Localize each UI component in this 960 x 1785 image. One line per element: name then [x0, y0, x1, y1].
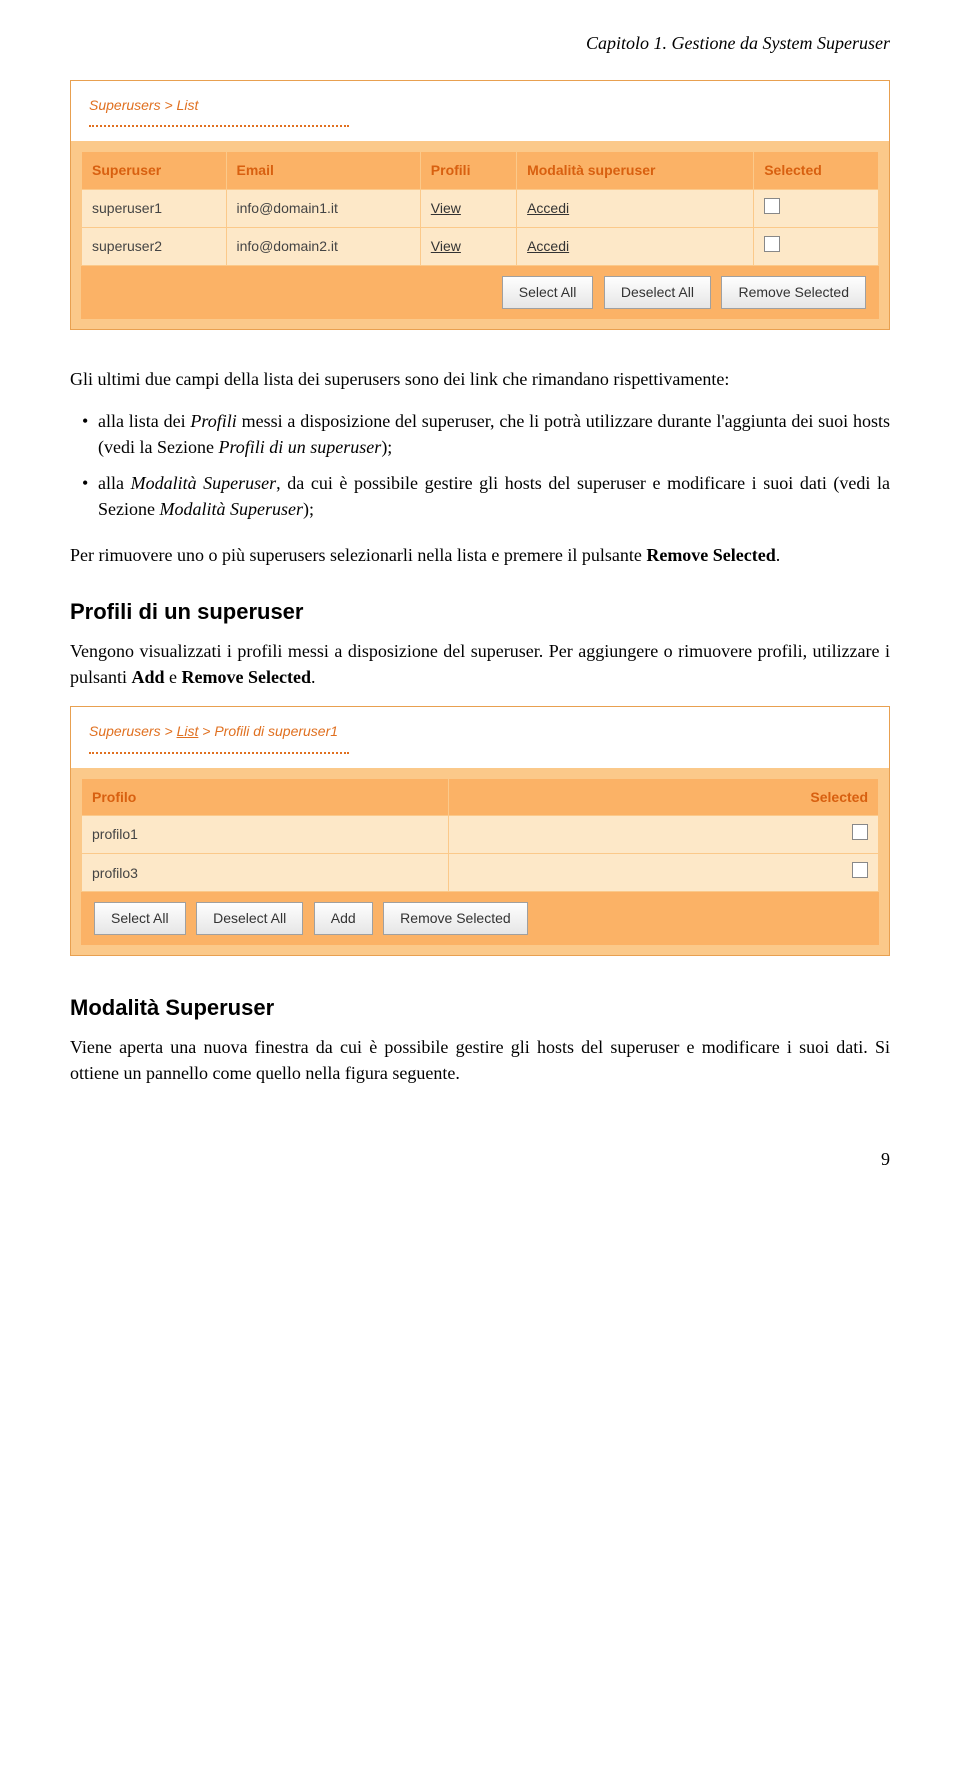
list-item: alla Modalità Superuser, da cui è possib… — [78, 470, 890, 522]
profili-table: Profilo Selected profilo1 profilo3 — [81, 778, 879, 893]
deselect-all-button[interactable]: Deselect All — [196, 902, 303, 934]
bold-text: Remove Selected — [182, 667, 311, 687]
cell-checkbox — [754, 227, 879, 265]
cell-checkbox — [448, 815, 878, 853]
chapter-header: Capitolo 1. Gestione da System Superuser — [70, 30, 890, 56]
col-selected: Selected — [448, 778, 878, 815]
remove-selected-button[interactable]: Remove Selected — [383, 902, 528, 934]
bold-text: Add — [132, 667, 165, 687]
italic-text: Profili di un superuser — [218, 437, 381, 457]
profili-panel: Superusers > List > Profili di superuser… — [70, 706, 890, 955]
cell-checkbox — [448, 854, 878, 892]
table-row: superuser2 info@domain2.it View Accedi — [82, 227, 879, 265]
cell-profilo: profilo3 — [82, 854, 449, 892]
cell-profili-link[interactable]: View — [420, 227, 516, 265]
breadcrumb: Superusers > List > Profili di superuser… — [71, 707, 889, 747]
col-superuser: Superuser — [82, 152, 227, 189]
deselect-all-button[interactable]: Deselect All — [604, 276, 711, 308]
add-button[interactable]: Add — [314, 902, 373, 934]
superusers-table: Superuser Email Profili Modalità superus… — [81, 151, 879, 266]
divider-dotted — [89, 125, 349, 127]
cell-email: info@domain2.it — [226, 227, 420, 265]
bullet-list: alla lista dei Profili messi a disposizi… — [78, 408, 890, 522]
bold-text: Remove Selected — [646, 545, 775, 565]
crumb-text: > Profili di superuser1 — [198, 723, 338, 739]
select-all-button[interactable]: Select All — [94, 902, 186, 934]
cell-email: info@domain1.it — [226, 189, 420, 227]
breadcrumb: Superusers > List — [71, 81, 889, 121]
cell-user: superuser2 — [82, 227, 227, 265]
superusers-list-panel: Superusers > List Superuser Email Profil… — [70, 80, 890, 329]
cell-checkbox — [754, 189, 879, 227]
col-modalita: Modalità superuser — [517, 152, 754, 189]
text: Per rimuovere uno o più superusers selez… — [70, 545, 646, 565]
col-profilo: Profilo — [82, 778, 449, 815]
crumb-link[interactable]: List — [177, 723, 199, 739]
table-row: profilo3 — [82, 854, 879, 892]
section-body: Viene aperta una nuova finestra da cui è… — [70, 1034, 890, 1086]
page-number: 9 — [70, 1146, 890, 1172]
intro-paragraph: Gli ultimi due campi della lista dei sup… — [70, 366, 890, 392]
checkbox[interactable] — [852, 824, 868, 840]
cell-mode-link[interactable]: Accedi — [517, 227, 754, 265]
col-selected: Selected — [754, 152, 879, 189]
button-row: Select All Deselect All Add Remove Selec… — [81, 892, 879, 944]
italic-text: Profili — [190, 411, 236, 431]
checkbox[interactable] — [764, 236, 780, 252]
section-title-profili: Profili di un superuser — [70, 596, 890, 628]
select-all-button[interactable]: Select All — [502, 276, 594, 308]
text: . — [311, 667, 316, 687]
cell-mode-link[interactable]: Accedi — [517, 189, 754, 227]
italic-text: Modalità Superuser — [159, 499, 303, 519]
col-email: Email — [226, 152, 420, 189]
crumb-text: Superusers > — [89, 723, 177, 739]
section-title-modalita: Modalità Superuser — [70, 992, 890, 1024]
text: alla — [98, 473, 131, 493]
italic-text: Modalità Superuser — [131, 473, 277, 493]
cell-profili-link[interactable]: View — [420, 189, 516, 227]
text: alla lista dei — [98, 411, 190, 431]
col-profili: Profili — [420, 152, 516, 189]
cell-profilo: profilo1 — [82, 815, 449, 853]
button-row: Select All Deselect All Remove Selected — [81, 266, 879, 318]
text: ); — [303, 499, 314, 519]
checkbox[interactable] — [852, 862, 868, 878]
text: ); — [381, 437, 392, 457]
table-row: profilo1 — [82, 815, 879, 853]
remove-paragraph: Per rimuovere uno o più superusers selez… — [70, 542, 890, 568]
list-item: alla lista dei Profili messi a disposizi… — [78, 408, 890, 460]
divider-dotted — [89, 752, 349, 754]
checkbox[interactable] — [764, 198, 780, 214]
table-row: superuser1 info@domain1.it View Accedi — [82, 189, 879, 227]
text: e — [165, 667, 182, 687]
section-body: Vengono visualizzati i profili messi a d… — [70, 638, 890, 690]
cell-user: superuser1 — [82, 189, 227, 227]
remove-selected-button[interactable]: Remove Selected — [721, 276, 866, 308]
